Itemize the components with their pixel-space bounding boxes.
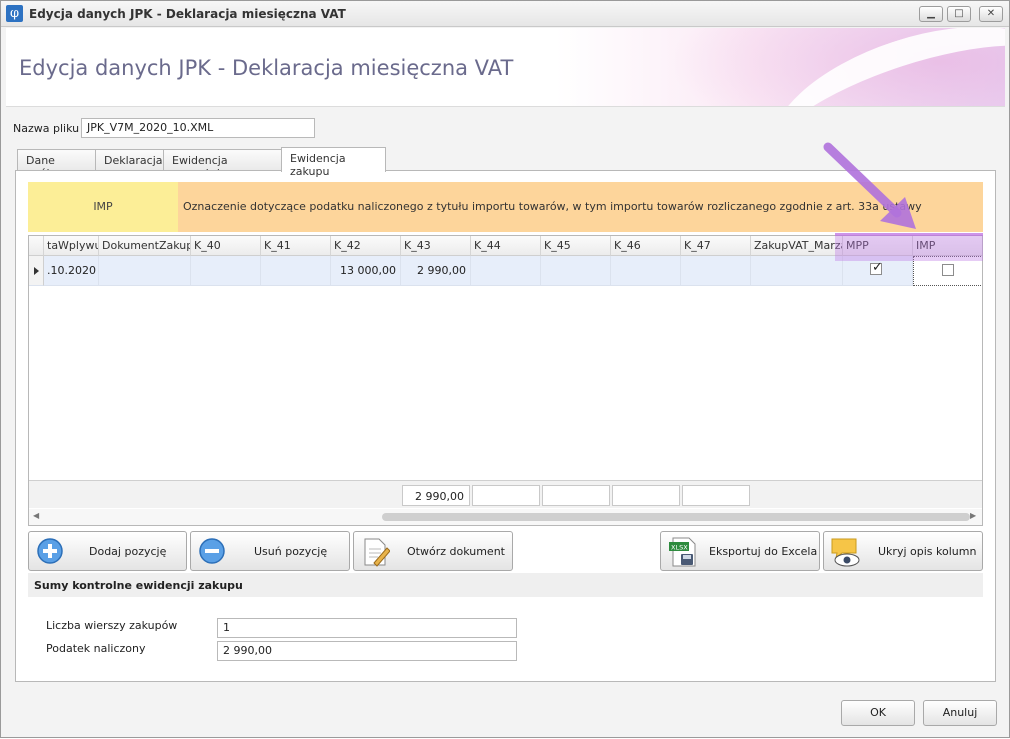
eye-comment-icon <box>831 538 860 567</box>
mpp-checkbox[interactable]: ✓ <box>870 260 883 275</box>
totals-section-title: Sumy kontrolne ewidencji zakupu <box>28 573 983 597</box>
rows-count-field[interactable]: 1 <box>217 618 517 638</box>
current-row-icon <box>34 267 39 275</box>
footer-sum-k45 <box>542 485 610 506</box>
open-document-label: Otwórz dokument <box>407 545 505 558</box>
input-tax-label: Podatek naliczony <box>46 642 146 655</box>
imp-checkbox[interactable] <box>942 264 954 276</box>
column-header-k43[interactable]: K_43 <box>401 236 471 256</box>
column-header-k46[interactable]: K_46 <box>611 236 681 256</box>
column-header-k47[interactable]: K_47 <box>681 236 751 256</box>
horizontal-scrollbar[interactable]: ◀ ▶ <box>29 509 982 525</box>
plus-icon <box>37 538 63 564</box>
footer-sum-k47 <box>682 485 750 506</box>
scroll-right-icon[interactable]: ▶ <box>970 511 976 520</box>
cell-zakupvat-marza[interactable] <box>751 256 843 286</box>
minimize-button[interactable]: ▁ <box>919 6 943 22</box>
add-row-label: Dodaj pozycję <box>89 545 167 558</box>
column-header-k40[interactable]: K_40 <box>191 236 261 256</box>
cell-k47[interactable] <box>681 256 751 286</box>
file-name-input[interactable]: JPK_V7M_2020_10.XML <box>81 118 315 138</box>
purchase-grid[interactable]: taWplywu DokumentZakupu K_40 K_41 K_42 K… <box>28 235 983 526</box>
cell-dokumentzakupu[interactable] <box>99 256 191 286</box>
check-icon: ✓ <box>872 260 883 275</box>
cell-k40[interactable] <box>191 256 261 286</box>
cell-k43[interactable]: 2 990,00 <box>401 256 471 286</box>
ok-button[interactable]: OK <box>841 700 915 726</box>
export-excel-label: Eksportuj do Excela <box>709 545 818 558</box>
tab-ewidencja-zakupu[interactable]: Ewidencja zakupu <box>281 147 386 178</box>
cell-k46[interactable] <box>611 256 681 286</box>
cell-k45[interactable] <box>541 256 611 286</box>
cell-k42[interactable]: 13 000,00 <box>331 256 401 286</box>
input-tax-field[interactable]: 2 990,00 <box>217 641 517 661</box>
title-bar: φ Edycja danych JPK - Deklaracja miesięc… <box>1 1 1009 27</box>
grid-footer-row: 2 990,00 <box>29 480 982 508</box>
column-header-zakupvat-marza[interactable]: ZakupVAT_Marza <box>751 236 843 256</box>
column-header-dokumentzakupu[interactable]: DokumentZakupu <box>99 236 191 256</box>
hide-column-descriptions-label: Ukryj opis kolumn <box>878 545 977 558</box>
tab-dane-ogolne[interactable]: Dane ogólne <box>17 149 96 180</box>
add-row-button[interactable]: Dodaj pozycję <box>28 531 187 571</box>
column-header-k42[interactable]: K_42 <box>331 236 401 256</box>
column-header-k45[interactable]: K_45 <box>541 236 611 256</box>
hide-column-descriptions-button[interactable]: Ukryj opis kolumn <box>823 531 983 571</box>
row-indicator-header <box>29 236 44 256</box>
column-description-key: IMP <box>28 182 178 232</box>
column-description-text: Oznaczenie dotyczące podatku naliczonego… <box>178 182 983 232</box>
column-header-k44[interactable]: K_44 <box>471 236 541 256</box>
app-logo-icon: φ <box>6 5 23 22</box>
file-name-label: Nazwa pliku <box>13 122 80 135</box>
xlsx-badge: XLSX <box>671 544 688 552</box>
remove-row-label: Usuń pozycję <box>254 545 328 558</box>
open-document-button[interactable]: Otwórz dokument <box>353 531 513 571</box>
export-excel-button[interactable]: XLSX Eksportuj do Excela <box>660 531 820 571</box>
column-header-k41[interactable]: K_41 <box>261 236 331 256</box>
document-edit-icon <box>364 538 390 567</box>
cell-k41[interactable] <box>261 256 331 286</box>
scrollbar-thumb[interactable] <box>382 513 970 521</box>
page-title: Edycja danych JPK - Deklaracja miesięczn… <box>19 56 514 80</box>
minus-icon <box>199 538 225 564</box>
footer-sum-k44 <box>472 485 540 506</box>
tab-deklaracja[interactable]: Deklaracja <box>95 149 164 171</box>
cell-datawplywu[interactable]: .10.2020 <box>44 256 99 286</box>
scroll-left-icon[interactable]: ◀ <box>33 511 39 520</box>
window-title: Edycja danych JPK - Deklaracja miesięczn… <box>29 7 346 21</box>
rows-count-label: Liczba wierszy zakupów <box>46 619 178 632</box>
highlight-overlay <box>835 233 983 261</box>
tab-ewidencja-sprzedazy[interactable]: Ewidencja sprzedaży <box>163 149 282 180</box>
maximize-button[interactable]: □ <box>947 6 971 22</box>
excel-export-icon: XLSX <box>669 537 696 567</box>
footer-sum-k46 <box>612 485 680 506</box>
header-banner: Edycja danych JPK - Deklaracja miesięczn… <box>6 28 1005 107</box>
remove-row-button[interactable]: Usuń pozycję <box>190 531 350 571</box>
footer-sum-k43: 2 990,00 <box>402 485 470 506</box>
main-window: φ Edycja danych JPK - Deklaracja miesięc… <box>0 0 1010 738</box>
cancel-button[interactable]: Anuluj <box>923 700 997 726</box>
close-button[interactable]: ✕ <box>979 6 1003 22</box>
cell-k44[interactable] <box>471 256 541 286</box>
column-header-datawplywu[interactable]: taWplywu <box>44 236 99 256</box>
row-indicator[interactable] <box>29 256 44 286</box>
